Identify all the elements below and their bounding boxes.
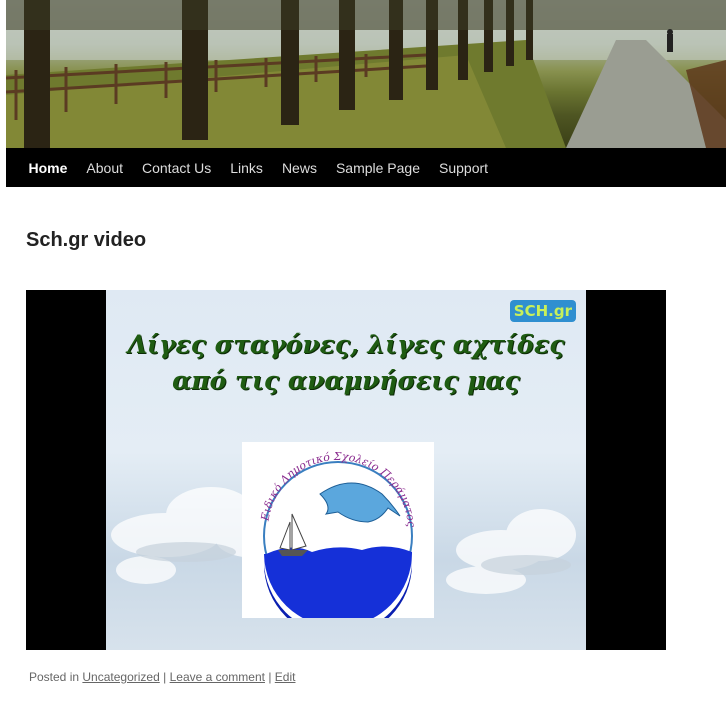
nav-item-support[interactable]: Support bbox=[430, 160, 498, 176]
posted-in-label: Posted in bbox=[29, 670, 80, 684]
nav-item-sample-page[interactable]: Sample Page bbox=[326, 160, 429, 176]
video-caption-line2: από τις αναμνήσεις μας bbox=[172, 366, 520, 395]
category-link[interactable]: Uncategorized bbox=[82, 670, 159, 684]
post-title[interactable]: Sch.gr video bbox=[26, 229, 146, 252]
header-image bbox=[6, 0, 726, 148]
edit-link[interactable]: Edit bbox=[275, 670, 296, 684]
nav-item-contact-us[interactable]: Contact Us bbox=[133, 160, 221, 176]
main-navigation: Home About Contact Us Links News Sample … bbox=[6, 148, 726, 187]
meta-separator: | bbox=[163, 670, 167, 684]
nav-item-news[interactable]: News bbox=[272, 160, 326, 176]
video-frame[interactable]: SCH.gr Λίγες σταγόνες, λίγες αχτίδες από… bbox=[106, 290, 586, 650]
video-player[interactable]: SCH.gr Λίγες σταγόνες, λίγες αχτίδες από… bbox=[26, 290, 666, 650]
nav-item-home[interactable]: Home bbox=[19, 160, 77, 176]
post-meta: Posted in Uncategorized | Leave a commen… bbox=[29, 670, 295, 684]
nav-item-links[interactable]: Links bbox=[221, 160, 273, 176]
sch-gr-badge: SCH.gr bbox=[509, 300, 576, 322]
dolphin-logo-icon: Ειδικό Δημοτικό Σχολείο Περάματος bbox=[258, 450, 418, 638]
meta-separator: | bbox=[268, 670, 272, 684]
school-logo: Ειδικό Δημοτικό Σχολείο Περάματος bbox=[242, 442, 434, 638]
nav-item-about[interactable]: About bbox=[77, 160, 133, 176]
leave-comment-link[interactable]: Leave a comment bbox=[170, 670, 265, 684]
video-caption-line1: Λίγες σταγόνες, λίγες αχτίδες bbox=[127, 330, 565, 359]
